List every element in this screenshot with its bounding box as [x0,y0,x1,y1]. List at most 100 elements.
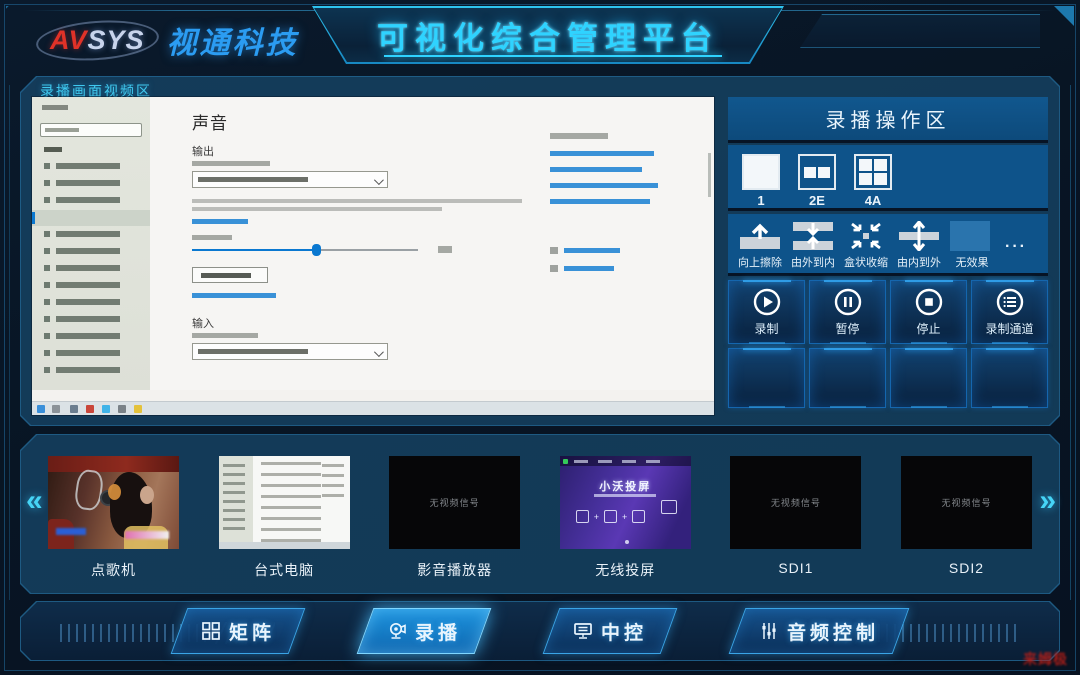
nav-recording-button[interactable]: 录播 [365,608,483,654]
source-media-player[interactable]: 无视频信号 影音播放器 [389,456,520,580]
empty-control-cell[interactable] [728,348,805,408]
input-device-dropdown [192,343,388,360]
wifi-icon [661,500,677,514]
layout-label: 1 [757,193,764,208]
search-icon [52,405,60,413]
transition-outside-in[interactable]: 由外到内 [791,221,835,270]
settings-sidebar-icons [44,163,50,383]
recording-operation-panel: 录播操作区 1 2E 4A 向上擦除 [728,97,1048,412]
source-wireless-cast[interactable]: 小沃投屏 ++ 无线投屏 [560,456,691,580]
start-icon [37,405,45,413]
source-label: 影音播放器 [389,560,520,580]
layout-button-4a[interactable]: 4A [854,154,892,208]
record-button[interactable]: 录制 [728,280,805,344]
layout-2-split-icon [798,154,836,190]
feedback-icon [550,265,558,272]
karaoke-thumbnail [48,456,179,549]
logo: AVSYS 视通科技 [40,18,299,62]
settings-paragraph [192,199,522,203]
layout-row: 1 2E 4A [728,145,1048,211]
source-label: SDI1 [730,560,861,576]
watermark: 来姆极 [1023,649,1068,669]
source-sdi2[interactable]: 无视频信号 SDI2 [901,456,1032,580]
transition-label: 由内到外 [897,254,941,270]
related-link [550,199,650,204]
nav-label: 矩阵 [229,618,275,645]
control-grid: 录制 暂停 停止 录制通道 [728,280,1048,408]
nav-central-control-button[interactable]: 中控 [551,608,669,654]
operation-panel-title: 录播操作区 [728,97,1048,143]
more-transitions-button[interactable]: ··· [1005,238,1027,256]
transition-wipe-up[interactable]: 向上擦除 [738,221,782,270]
settings-search-input [40,123,142,137]
inside-out-icon [897,221,941,251]
settings-page-title: 声音 [192,109,228,134]
layout-label: 4A [865,193,882,208]
troubleshoot-button [192,267,268,283]
nav-label: 录播 [415,618,461,645]
source-label: 台式电脑 [219,560,350,580]
taskbar [32,401,714,415]
transition-none[interactable]: 无效果 [950,221,994,270]
settings-home-bar [42,105,68,110]
stop-button[interactable]: 停止 [890,280,967,344]
help-icon [550,247,558,254]
manage-devices-link [192,293,276,298]
app-icon [118,405,126,413]
settings-caption [192,333,258,338]
settings-input-section: 输入 [192,315,214,331]
settings-link [192,219,248,224]
pause-icon [833,287,863,317]
control-label: 录制 [754,320,778,337]
layout-button-1[interactable]: 1 [742,154,780,208]
empty-control-cell[interactable] [890,348,967,408]
cast-title: 小沃投屏 [560,478,691,494]
control-label: 暂停 [835,320,859,337]
settings-sidebar [32,97,150,390]
title-underline [384,55,722,57]
record-camera-icon [387,621,407,641]
output-device-dropdown [192,171,388,188]
empty-control-cell[interactable] [809,348,886,408]
nav-audio-control-button[interactable]: 音频控制 [737,608,901,654]
transition-inside-out[interactable]: 由内到外 [897,221,941,270]
settings-sidebar-active-item [32,210,150,226]
transition-row: 向上擦除 由外到内 盒状收缩 由内到外 [728,214,1048,276]
app-icon [102,405,110,413]
central-control-icon [573,621,593,641]
layout-button-2e[interactable]: 2E [798,154,836,208]
related-link [550,167,642,172]
settings-sidebar-section [44,147,62,152]
source-karaoke[interactable]: 点歌机 [48,456,179,580]
nav-label: 中控 [601,618,647,645]
volume-slider-fill [192,249,316,251]
recording-preview-screen[interactable]: 声音 输出 输入 [32,97,714,415]
nav-matrix-button[interactable]: 矩阵 [179,608,297,654]
app-icon [86,405,94,413]
cast-thumbnail: 小沃投屏 ++ [560,456,691,549]
pause-button[interactable]: 暂停 [809,280,886,344]
no-signal-text: 无视频信号 [771,496,821,509]
record-channel-button[interactable]: 录制通道 [971,280,1048,344]
source-desktop[interactable]: 台式电脑 [219,456,350,580]
no-signal-thumbnail: 无视频信号 [389,456,520,549]
title-plate-inner: 可视化综合管理平台 [314,8,782,62]
transition-label: 向上擦除 [738,254,782,270]
app-icon [134,405,142,413]
scroll-left-button[interactable]: « [26,486,43,516]
transition-label: 无效果 [956,254,989,270]
related-link [550,151,654,156]
wipe-up-icon [738,221,782,251]
matrix-icon [201,621,221,641]
record-play-icon [752,287,782,317]
outside-in-icon [791,221,835,251]
transition-label: 盒状收缩 [844,254,888,270]
empty-control-cell[interactable] [971,348,1048,408]
no-signal-text: 无视频信号 [430,496,480,509]
header-decoration [800,14,1040,48]
scroll-right-button[interactable]: » [1039,486,1056,516]
taskview-icon [70,405,78,413]
volume-label [192,235,232,240]
transition-box-shrink[interactable]: 盒状收缩 [844,221,888,270]
source-sdi1[interactable]: 无视频信号 SDI1 [730,456,861,580]
